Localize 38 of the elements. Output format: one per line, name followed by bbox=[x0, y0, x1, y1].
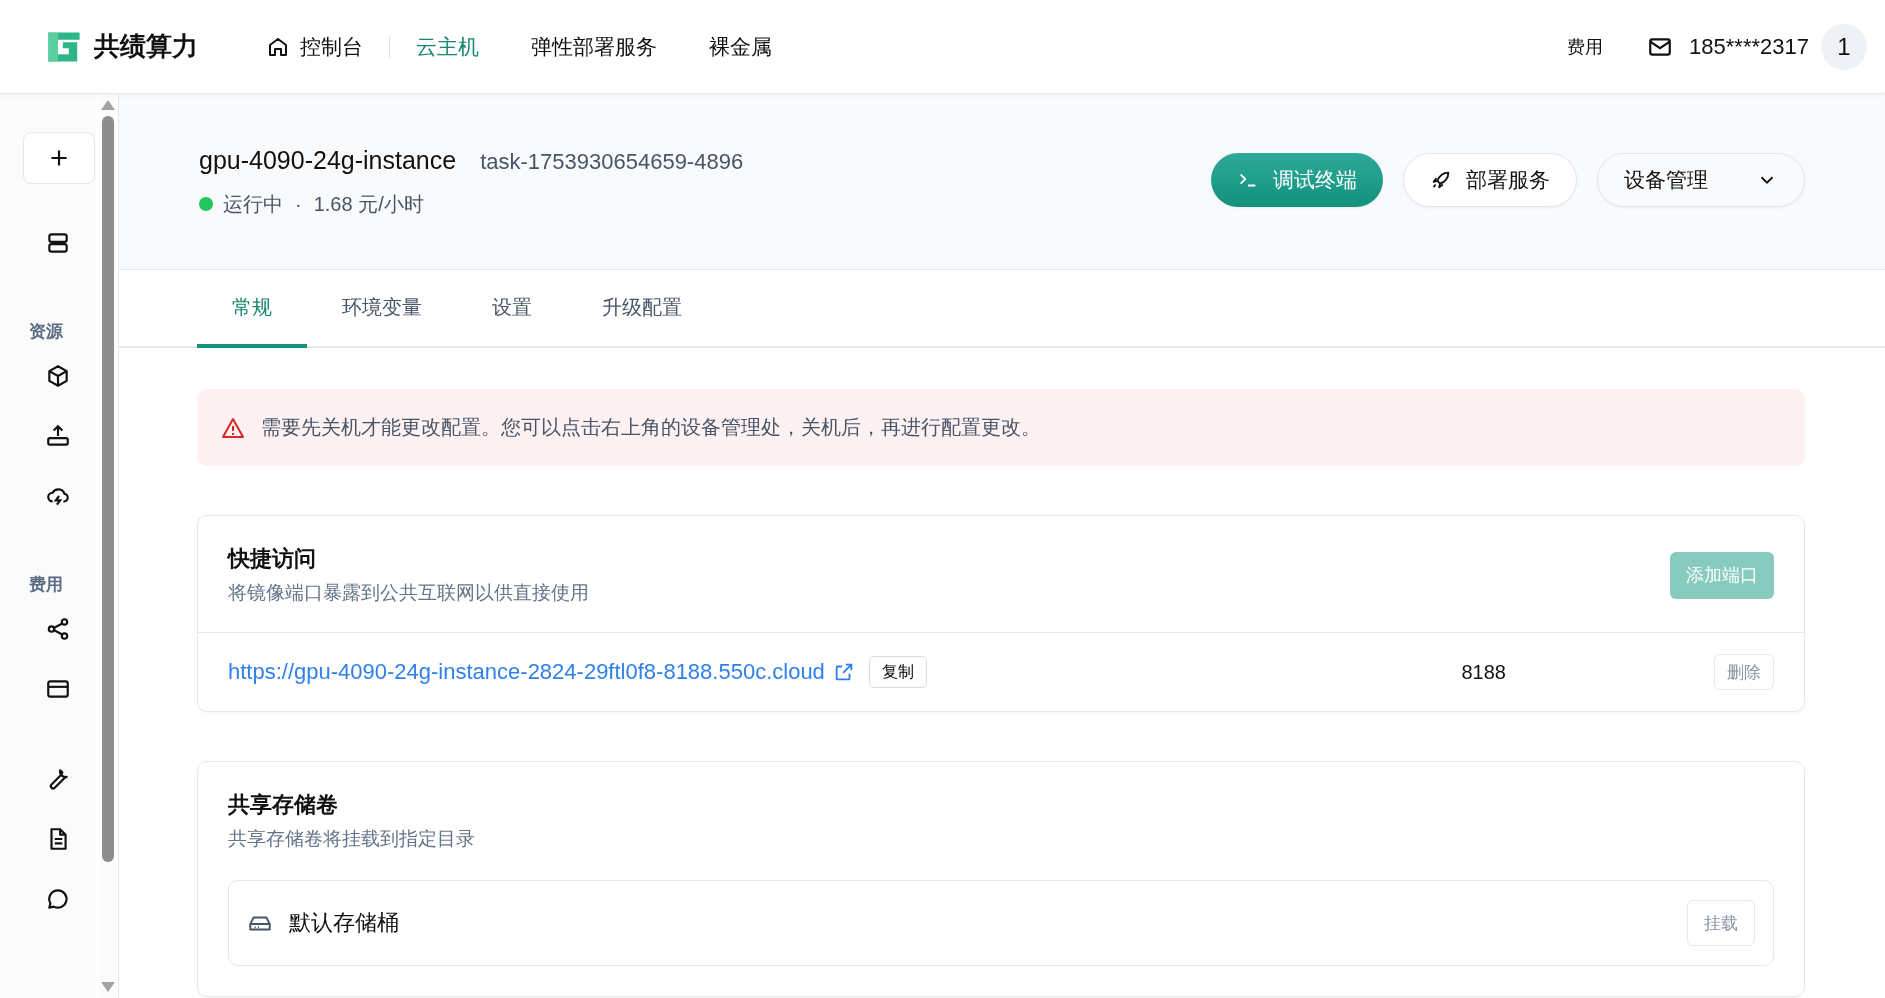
cube-icon[interactable] bbox=[45, 363, 71, 389]
card-subtitle: 共享存储卷将挂载到指定目录 bbox=[228, 827, 476, 851]
nav-link[interactable]: 弹性部署服务 bbox=[505, 32, 683, 61]
card-title: 快捷访问 bbox=[228, 545, 317, 573]
nav-link[interactable]: 裸金属 bbox=[683, 32, 798, 61]
tab[interactable]: 升级配置 bbox=[567, 270, 717, 348]
warning-icon bbox=[221, 415, 245, 440]
status-dot-icon bbox=[199, 197, 213, 211]
user-phone[interactable]: 185****2317 bbox=[1689, 33, 1809, 60]
section-label: 资源 bbox=[29, 321, 63, 343]
price-text: 1.68 元/小时 bbox=[313, 191, 424, 217]
brand-name: 共绩算力 bbox=[94, 30, 198, 63]
task-id: task-1753930654659-4896 bbox=[480, 148, 744, 175]
billing-link[interactable]: 费用 bbox=[1567, 34, 1604, 59]
share-icon[interactable] bbox=[45, 616, 71, 642]
alert-text: 需要先关机才能更改配置。您可以点击右上角的设备管理处，关机后，再进行配置更改。 bbox=[261, 415, 1041, 440]
upload-icon[interactable] bbox=[45, 423, 71, 449]
card-subtitle: 将镜像端口暴露到公共互联网以供直接使用 bbox=[228, 581, 589, 605]
device-manage-button[interactable]: 设备管理 bbox=[1597, 152, 1805, 207]
nav-link[interactable]: 云主机 bbox=[390, 32, 505, 61]
tab[interactable]: 常规 bbox=[197, 270, 307, 348]
bucket-name: 默认存储桶 bbox=[289, 909, 399, 937]
status-text: 运行中 bbox=[223, 191, 283, 217]
separator: · bbox=[295, 192, 302, 216]
section-label: 费用 bbox=[29, 574, 63, 596]
port-number: 8188 bbox=[1461, 660, 1506, 684]
card-title: 共享存储卷 bbox=[228, 791, 339, 819]
copy-button[interactable]: 复制 bbox=[868, 656, 927, 688]
tab[interactable]: 设置 bbox=[457, 270, 567, 348]
instance-name: gpu-4090-24g-instance bbox=[199, 145, 457, 175]
url-link[interactable]: https://gpu-4090-24g-instance-2824-29ftl0f8-8188.550c.cloud bbox=[228, 659, 825, 685]
scrollbar[interactable] bbox=[100, 94, 116, 998]
avatar[interactable]: 1 bbox=[1821, 23, 1867, 70]
server-icon[interactable] bbox=[45, 230, 71, 256]
nav-link[interactable]: 控制台 bbox=[240, 32, 389, 61]
tab[interactable]: 环境变量 bbox=[307, 270, 457, 348]
deploy-button[interactable]: 部署服务 bbox=[1403, 152, 1577, 207]
chat-icon[interactable] bbox=[45, 886, 71, 912]
